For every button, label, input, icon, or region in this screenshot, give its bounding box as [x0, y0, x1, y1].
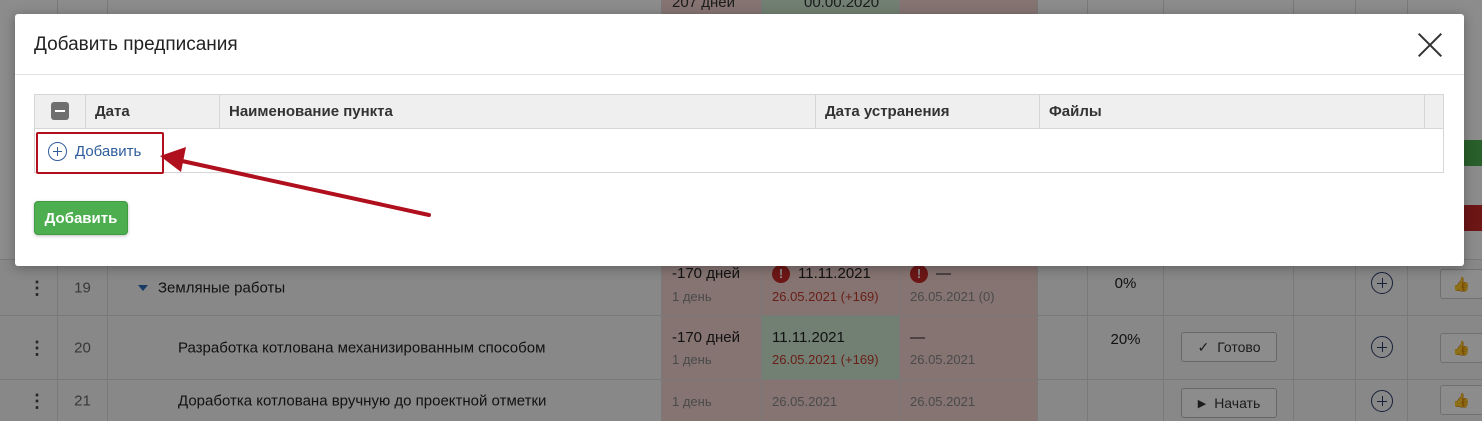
table-header: Дата Наименование пункта Дата устранения… [35, 95, 1443, 129]
column-header-name[interactable]: Наименование пункта [220, 95, 816, 128]
modal-header: Добавить предписания [15, 14, 1464, 75]
prescriptions-table: Дата Наименование пункта Дата устранения… [34, 94, 1444, 173]
add-prescriptions-modal: Добавить предписания Дата Наименование п… [15, 14, 1464, 266]
submit-add-button[interactable]: Добавить [34, 201, 128, 235]
select-all-cell[interactable] [35, 95, 86, 128]
column-header-fix-date[interactable]: Дата устранения [816, 95, 1040, 128]
modal-title: Добавить предписания [34, 34, 238, 55]
column-header-spacer [1425, 95, 1443, 128]
column-header-files[interactable]: Файлы [1040, 95, 1425, 128]
annotation-highlight-box [36, 132, 164, 174]
minus-checkbox-icon[interactable] [51, 102, 69, 120]
close-icon[interactable] [1417, 32, 1443, 58]
column-header-date[interactable]: Дата [86, 95, 220, 128]
